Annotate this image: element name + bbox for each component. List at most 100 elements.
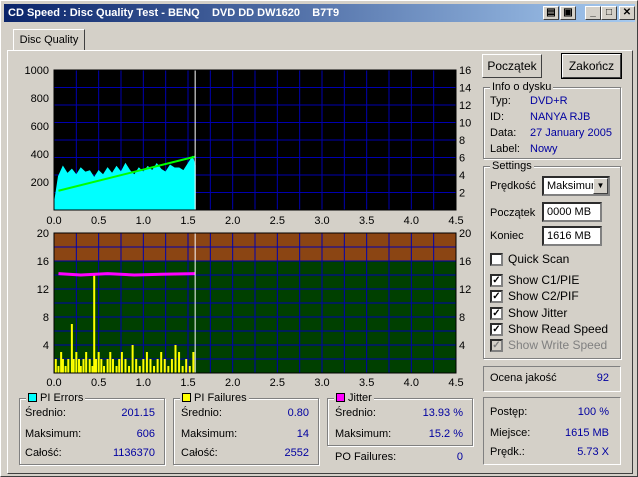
y-tick-label-right: 12 xyxy=(459,100,471,112)
jitter-max-value: 15.2 % xyxy=(428,428,463,440)
x-tick-label: 0.5 xyxy=(91,215,106,225)
show-read-speed-label: Show Read Speed xyxy=(508,322,609,336)
y-tick-label-right: 14 xyxy=(459,83,471,95)
progress-label: Postęp: xyxy=(490,406,528,418)
pi-failure-bar xyxy=(153,366,156,373)
x-tick-label: 2.5 xyxy=(270,377,285,389)
pi-errors-chart: 1000 800 600 400 200 16 14 12 10 8 6 4 2 0.0 0.5 1.0 1.5… xyxy=(25,65,472,225)
pi-failure-bar xyxy=(145,352,148,373)
pif-avg-value: 0.80 xyxy=(287,407,309,419)
pie-total-label: Całość: xyxy=(25,447,62,459)
pi-failure-bar xyxy=(106,359,109,373)
pi-failure-bar xyxy=(156,359,159,373)
window-title: CD Speed : Disc Quality Test - BENQ DVD … xyxy=(4,4,635,22)
maximize-button[interactable]: □ xyxy=(601,6,617,20)
x-tick-label: 2.0 xyxy=(225,377,240,389)
pi-failure-bar xyxy=(93,275,96,373)
jitter-line xyxy=(58,272,196,277)
disc-date-label: Data: xyxy=(490,127,517,139)
y-tick-label-left: 200 xyxy=(31,177,49,189)
range-end-input[interactable]: 1616 MB xyxy=(542,226,602,246)
pi-errors-color-icon xyxy=(28,393,37,402)
y-tick-label-right: 2 xyxy=(459,188,465,200)
jitter-color-icon xyxy=(336,393,345,402)
pif-avg-label: Średnio: xyxy=(181,407,222,419)
x-tick-label: 1.0 xyxy=(136,377,151,389)
disc-info-title: Info o dysku xyxy=(490,81,554,93)
pi-failure-bar xyxy=(138,366,141,373)
pie-max-label: Maksimum: xyxy=(25,428,82,440)
y-tick-label-left: 20 xyxy=(37,228,49,240)
x-tick-label: 3.5 xyxy=(359,377,374,389)
pi-failures-title-wrap: PI Failures xyxy=(180,392,249,404)
y-tick-label-left: 12 xyxy=(37,284,49,296)
show-pie-checkbox[interactable]: ✓ xyxy=(490,274,503,287)
minimize-button[interactable]: _ xyxy=(585,6,601,20)
pi-failure-bar xyxy=(61,359,64,373)
pi-failure-bar xyxy=(128,366,131,373)
pi-failure-bar xyxy=(178,352,181,373)
x-tick-label: 4.0 xyxy=(404,215,419,225)
copy-icon[interactable]: ▤ xyxy=(543,6,559,20)
x-tick-label: 3.0 xyxy=(314,215,329,225)
pi-failure-bar xyxy=(64,366,67,373)
main-window: CD Speed : Disc Quality Test - BENQ DVD … xyxy=(0,0,638,477)
position-value: 1615 MB xyxy=(564,427,609,439)
y-tick-label-left: 16 xyxy=(37,256,49,268)
start-button[interactable]: Początek xyxy=(482,54,542,78)
jitter-avg-label: Średnio: xyxy=(335,407,376,419)
disc-label-label: Label: xyxy=(490,143,520,155)
pi-failure-bar xyxy=(118,359,121,373)
pi-failure-bar xyxy=(115,366,118,373)
position-label: Miejsce: xyxy=(490,427,531,439)
quick-scan-label: Quick Scan xyxy=(508,252,570,266)
pi-failure-bar xyxy=(60,352,63,373)
show-read-speed-checkbox[interactable]: ✓ xyxy=(490,323,503,336)
save-icon[interactable]: ▣ xyxy=(560,6,576,20)
y-tick-label-left: 8 xyxy=(43,312,49,324)
y-tick-label-left: 4 xyxy=(43,340,49,352)
y-tick-label-right: 12 xyxy=(459,284,471,296)
pi-failure-bar xyxy=(82,359,85,373)
pi-failure-bar xyxy=(142,359,145,373)
pi-failure-bar xyxy=(135,359,138,373)
y-tick-label-right: 4 xyxy=(459,340,465,352)
y-tick-label-left: 800 xyxy=(31,93,49,105)
quick-scan-checkbox[interactable] xyxy=(490,253,503,266)
y-tick-label-right: 4 xyxy=(459,170,465,182)
disc-date-value: 27 January 2005 xyxy=(530,127,612,139)
pi-errors-title-wrap: PI Errors xyxy=(26,392,86,404)
chevron-down-icon[interactable]: ▼ xyxy=(593,178,608,194)
speed-select[interactable]: Maksimum ▼ xyxy=(542,176,610,196)
range-start-input[interactable]: 0000 MB xyxy=(542,202,602,222)
pi-failure-bar xyxy=(120,352,123,373)
range-end-label: Koniec xyxy=(490,230,524,242)
pi-failure-bar xyxy=(149,359,152,373)
x-tick-label: 3.5 xyxy=(359,215,374,225)
stop-button[interactable]: Zakończ xyxy=(561,53,622,79)
disc-type-value: DVD+R xyxy=(530,95,568,107)
show-pif-checkbox[interactable]: ✓ xyxy=(490,290,503,303)
jitter-avg-value: 13.93 % xyxy=(422,407,463,419)
settings-title: Settings xyxy=(490,160,534,172)
x-tick-label: 1.5 xyxy=(180,215,195,225)
show-jitter-label: Show Jitter xyxy=(508,306,568,320)
po-failures-label: PO Failures: xyxy=(335,451,397,463)
pie-total-value: 1136370 xyxy=(112,447,155,459)
x-tick-label: 4.5 xyxy=(448,215,463,225)
tab-disc-quality[interactable]: Disc Quality xyxy=(13,29,85,50)
pif-max-value: 14 xyxy=(296,428,309,440)
y-tick-label-left: 600 xyxy=(31,121,49,133)
pi-failure-bar xyxy=(163,359,166,373)
show-jitter-checkbox[interactable]: ✓ xyxy=(490,307,503,320)
pi-failure-bar xyxy=(167,366,170,373)
pi-failure-bar xyxy=(174,345,177,373)
pi-failure-bar xyxy=(72,359,75,373)
x-tick-label: 1.0 xyxy=(136,215,151,225)
x-tick-label: 0.5 xyxy=(91,377,106,389)
y-tick-label-right: 10 xyxy=(459,118,471,130)
close-button[interactable]: ✕ xyxy=(619,6,635,20)
pi-errors-title: PI Errors xyxy=(40,392,84,404)
pi-failure-bar xyxy=(109,352,112,373)
pi-failures-chart: 20 16 12 8 4 20 16 12 8 4 0.0 0.5 1.0 1.5 2.0 2.5 3.0 3.5… xyxy=(37,228,472,389)
